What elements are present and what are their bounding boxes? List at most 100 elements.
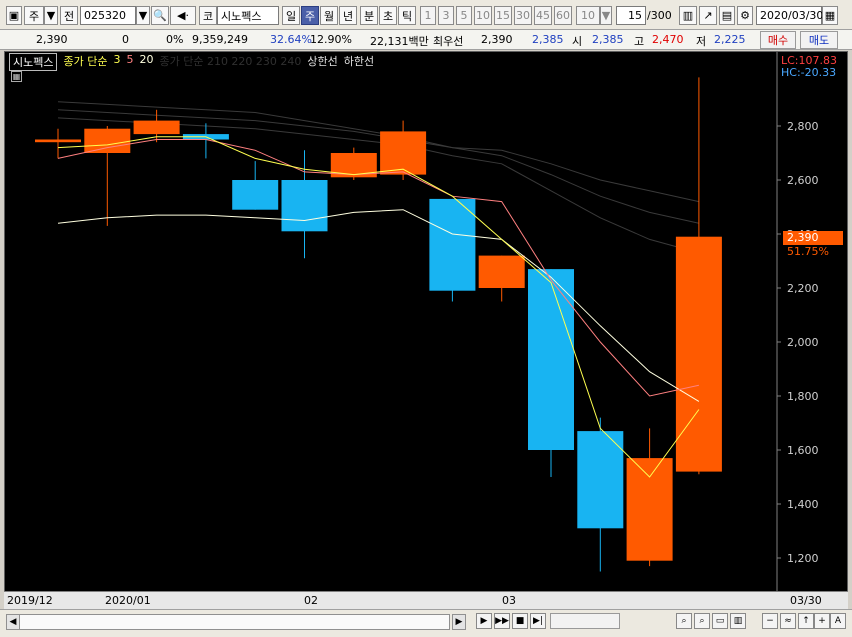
x-label-end: 03/30 [790,594,822,607]
date-value: 2020/03/30 [760,9,824,22]
current-price-tag: 2,390 [783,231,843,245]
interval-5-label: 5 [460,9,468,22]
interval-45[interactable]: 45 [534,6,552,25]
tab-year-label: 년 [342,9,354,23]
scroll-right-icon[interactable]: ▶ [452,614,466,630]
change-value: 0 [122,33,129,46]
interval-15[interactable]: 15 [494,6,512,25]
period-dropdown-icon[interactable]: ▼ [44,6,58,25]
calendar-icon[interactable]: ▦ [822,6,838,25]
grid-toggle-icon[interactable]: ▦ [11,71,22,82]
tab-second[interactable]: 초 [379,6,397,25]
prev-button[interactable]: 전 [60,6,78,25]
plus-icon[interactable]: + [814,613,830,629]
ma3-line [57,136,700,478]
hc-readout: HC:-20.33 [781,66,837,79]
interval-10[interactable]: 10 [474,6,492,25]
interval-3-label: 3 [442,9,450,22]
legend-ma-3: 3 [113,53,121,66]
candle-body [133,120,180,135]
legend-upper-limit[interactable]: 상한선 [307,53,337,71]
percent-tag: 51.75% [787,245,829,258]
candle-body [626,458,673,561]
interval-1[interactable]: 1 [420,6,436,25]
interval-60[interactable]: 60 [554,6,572,25]
legend-ma-title[interactable]: 종가 단순 [63,53,107,71]
interval-5[interactable]: 5 [456,6,472,25]
arrow-icon[interactable]: ↑ [798,613,814,629]
code-dropdown-icon[interactable]: ▼ [136,6,150,25]
stock-name-field[interactable]: 시노펙스 [217,6,279,25]
ask-value: 2,385 [532,33,564,46]
minus-icon[interactable]: − [762,613,778,629]
chart-type-icon[interactable]: ▥ [730,613,746,629]
legend-ma-20: 20 [139,53,154,66]
code-value: 025320 [84,9,126,22]
snap-icon[interactable]: ≈ [780,613,796,629]
line-tool-icon[interactable]: ↗ [699,6,717,25]
candlestick-chart: 2,8002,6002,4002,2002,0001,8001,6001,400… [35,52,819,592]
count-value: 10 [581,9,595,22]
count-select[interactable]: 10 [576,6,600,25]
interval-15-label: 15 [496,9,510,22]
interval-60-label: 60 [556,9,570,22]
fit-icon[interactable]: ▭ [712,613,728,629]
scroll-track[interactable] [6,614,450,630]
tab-tick-label: 틱 [401,9,413,23]
tab-minute[interactable]: 분 [360,6,378,25]
candle-body [429,198,476,291]
chart-layout-icon[interactable]: ▣ [6,6,22,25]
tab-year[interactable]: 년 [339,6,357,25]
interval-10-label: 10 [476,9,490,22]
sell-button[interactable]: 매도 [800,31,838,49]
play-fast-icon[interactable]: ▶▶ [494,613,510,629]
ma5-line [57,139,700,397]
y-axis: 2,8002,6002,4002,2002,0001,8001,6001,400… [777,120,819,565]
interval-3[interactable]: 3 [438,6,454,25]
date-input[interactable]: 2020/03/30 [756,6,824,25]
step-icon[interactable]: ▶| [530,613,546,629]
candle-body [380,131,427,175]
zoom-slider[interactable] [550,613,620,629]
settings-gear-icon[interactable]: ⚙ [737,6,753,25]
ma20-line [57,209,700,402]
tab-week[interactable]: 주 [301,6,319,25]
period-select[interactable]: 주 [24,6,44,25]
ratio-2: 12.90% [310,33,352,46]
interval-45-label: 45 [536,9,550,22]
zoom-in-icon[interactable]: ⌕ [694,613,710,629]
low-label: 저 [696,35,707,48]
change-percent: 0% [166,33,184,46]
zoom-out-icon[interactable]: ⌕ [676,613,692,629]
legend-long-ma[interactable]: 종가 단순 210 220 230 240 [159,53,301,71]
ma-lines-group [57,136,700,478]
long-ma-line [57,101,700,203]
tab-tick[interactable]: 틱 [398,6,416,25]
tab-month[interactable]: 월 [320,6,338,25]
interval-1-label: 1 [424,9,432,22]
stop-icon[interactable]: ■ [512,613,528,629]
buy-button[interactable]: 매수 [760,31,796,49]
play-icon[interactable]: ▶ [476,613,492,629]
toolbar: ▣ 주 ▼ 전 025320 ▼ 🔍 ◀· 코 시노펙스 일 주 월 년 분 초… [0,0,852,30]
chart-area[interactable]: 2,8002,6002,4002,2002,0001,8001,6001,400… [4,51,848,609]
candle-body [35,139,81,143]
y-tick-label: 2,200 [787,282,819,295]
tab-day[interactable]: 일 [282,6,300,25]
legend-stock-name[interactable]: 시노펙스 [9,53,58,71]
save-icon[interactable]: ▤ [719,6,735,25]
legend-lower-limit[interactable]: 하한선 [344,53,374,71]
sound-icon[interactable]: ◀· [170,6,196,25]
market-button[interactable]: 코 [199,6,217,25]
count-dropdown-icon[interactable]: ▼ [600,6,612,25]
high-label: 고 [634,35,645,48]
page-input[interactable]: 15 [616,6,646,25]
scroll-left-icon[interactable]: ◀ [6,614,20,630]
interval-30[interactable]: 30 [514,6,532,25]
search-icon[interactable]: 🔍 [151,6,169,25]
candle-type-icon[interactable]: ▥ [679,6,697,25]
code-input[interactable]: 025320 [80,6,136,25]
candles-group [35,77,722,572]
priority-value: 2,390 [481,33,513,46]
text-tool-icon[interactable]: A [830,613,846,629]
